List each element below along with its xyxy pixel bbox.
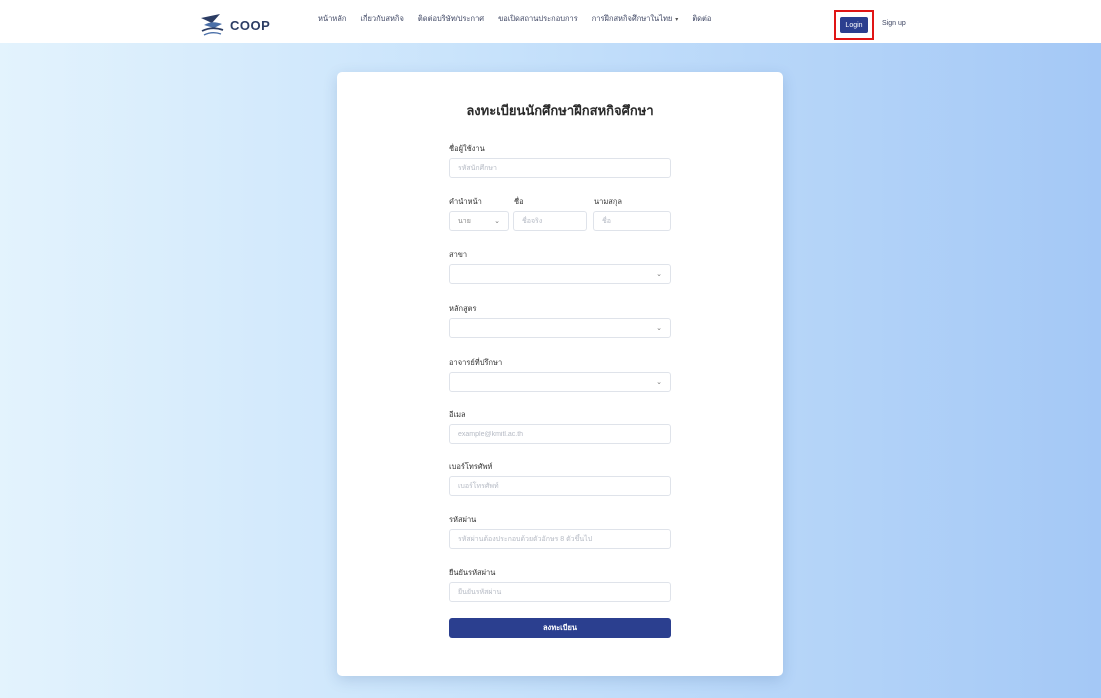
nav-request[interactable]: ขอเปิดสถานประกอบการ: [498, 13, 578, 25]
nav-home[interactable]: หน้าหลัก: [318, 13, 346, 25]
nav-training-label: การฝึกสหกิจศึกษาในไทย: [591, 14, 673, 23]
phone-input[interactable]: [449, 476, 671, 496]
prefix-label: คำนำหน้า: [449, 197, 482, 206]
nav-contact[interactable]: ติดต่อ: [692, 13, 711, 25]
chevron-down-icon: ▾: [675, 16, 679, 23]
confirm-password-input[interactable]: [449, 582, 671, 602]
username-label: ชื่อผู้ใช้งาน: [449, 144, 485, 153]
chevron-down-icon: ⌄: [656, 379, 662, 386]
program-label: หลักสูตร: [449, 304, 477, 313]
email-input[interactable]: [449, 424, 671, 444]
confirm-password-label: ยืนยันรหัสผ่าน: [449, 568, 496, 577]
prefix-select[interactable]: นาย ⌄: [449, 211, 509, 231]
chevron-down-icon: ⌄: [656, 271, 662, 278]
logo-text: COOP: [230, 17, 271, 33]
lastname-input[interactable]: [593, 211, 671, 231]
password-input[interactable]: [449, 529, 671, 549]
nav-about[interactable]: เกี่ยวกับสหกิจ: [360, 13, 403, 25]
firstname-input[interactable]: [513, 211, 587, 231]
chevron-down-icon: ⌄: [494, 218, 500, 225]
major-label: สาขา: [449, 250, 468, 259]
signup-link[interactable]: Sign up: [882, 20, 906, 27]
major-select[interactable]: ⌄: [449, 264, 671, 284]
program-select[interactable]: ⌄: [449, 318, 671, 338]
login-button[interactable]: Login: [840, 17, 868, 33]
coop-logo-icon: [201, 14, 224, 36]
nav-training-dropdown[interactable]: การฝึกสหกิจศึกษาในไทย ▾: [592, 13, 679, 25]
prefix-value: นาย: [458, 217, 471, 225]
logo[interactable]: COOP: [198, 10, 280, 40]
advisor-select[interactable]: ⌄: [449, 372, 671, 392]
navbar: COOP หน้าหลัก เกี่ยวกับสหกิจ ติดต่อบริษั…: [0, 0, 1101, 43]
firstname-label: ชื่อ: [514, 197, 524, 206]
email-label: อีเมล: [449, 410, 466, 419]
lastname-label: นามสกุล: [594, 197, 622, 206]
username-input[interactable]: [449, 158, 671, 178]
nav-company[interactable]: ติดต่อบริษัท/ประกาศ: [418, 13, 484, 25]
registration-card: ลงทะเบียนนักศึกษาฝึกสหกิจศึกษา ชื่อผู้ใช…: [337, 72, 783, 676]
page-title: ลงทะเบียนนักศึกษาฝึกสหกิจศึกษา: [466, 103, 654, 118]
advisor-label: อาจารย์ที่ปรึกษา: [449, 358, 503, 367]
phone-label: เบอร์โทรศัพท์: [449, 462, 493, 471]
password-label: รหัสผ่าน: [449, 515, 477, 524]
chevron-down-icon: ⌄: [656, 325, 662, 332]
nav-links: หน้าหลัก เกี่ยวกับสหกิจ ติดต่อบริษัท/ประ…: [318, 13, 711, 25]
register-button[interactable]: ลงทะเบียน: [449, 618, 671, 638]
